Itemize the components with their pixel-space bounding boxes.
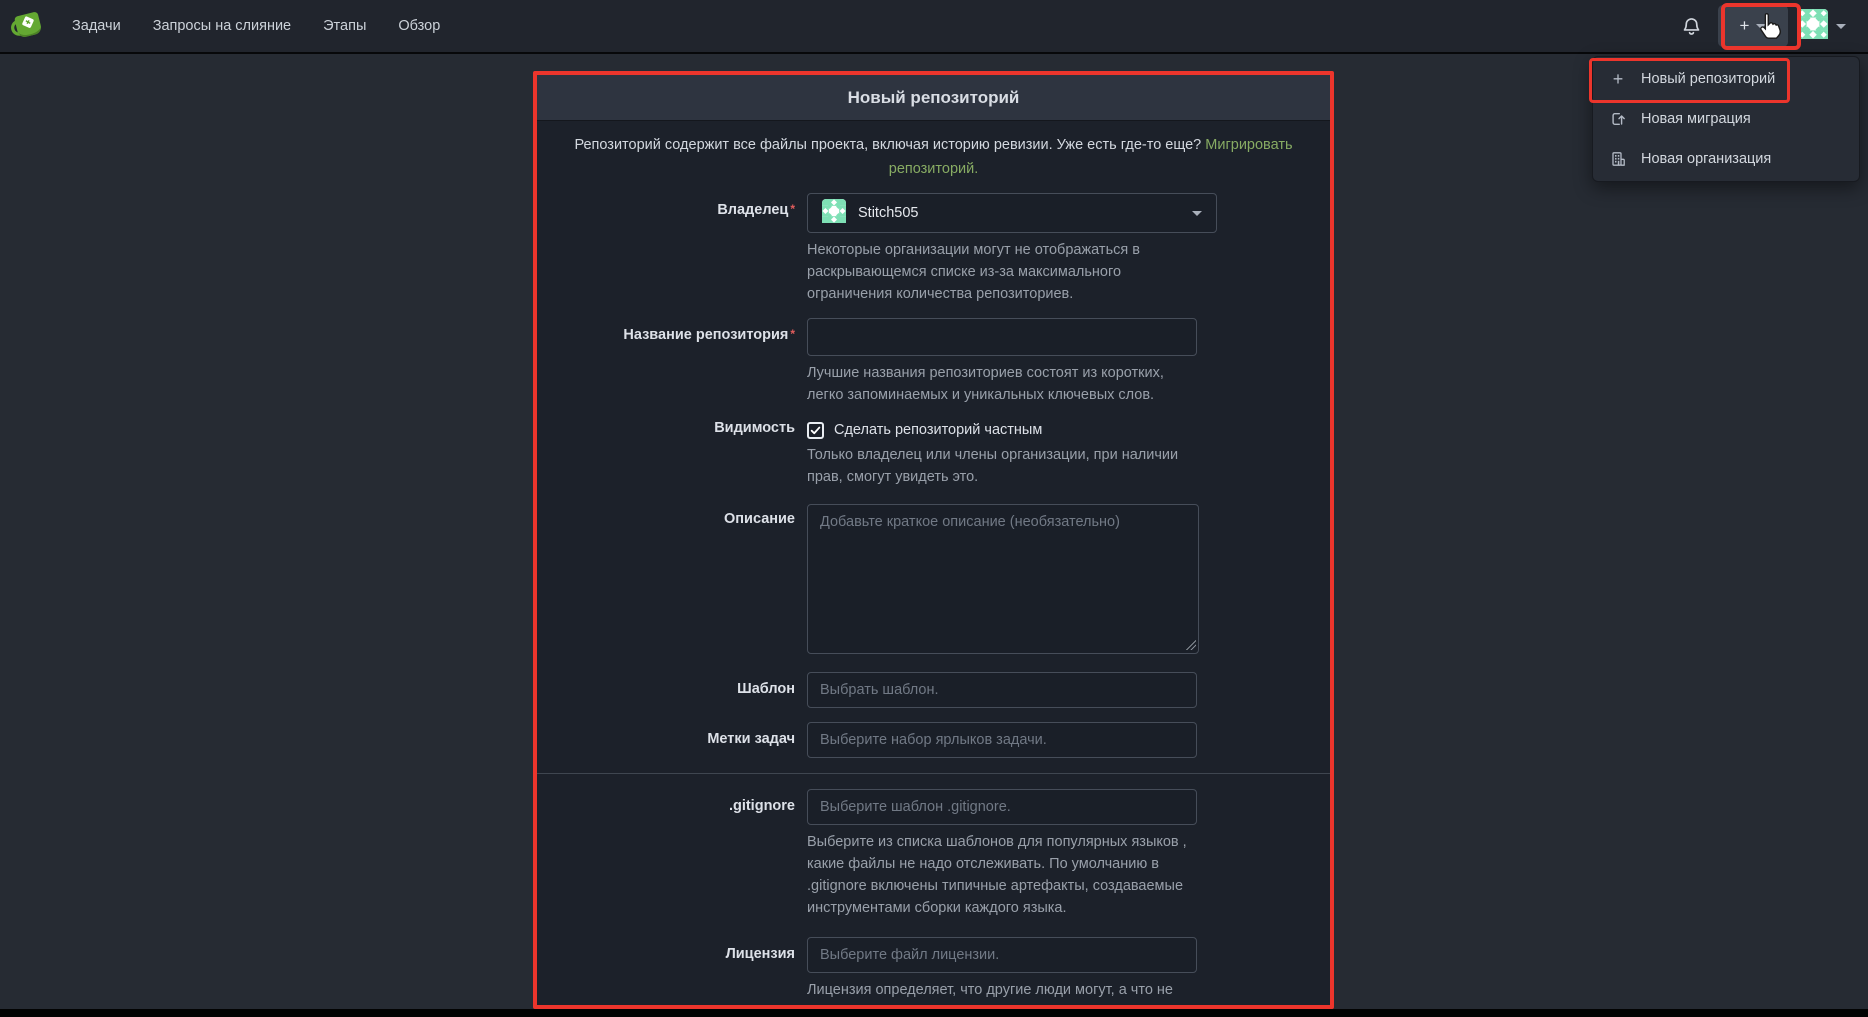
bottom-edge <box>0 1009 1868 1017</box>
repo-name-help: Лучшие названия репозиториев состоят из … <box>807 362 1199 406</box>
private-checkbox[interactable] <box>807 422 824 439</box>
nav-item-label: Этапы <box>323 18 366 34</box>
owner-label: Владелец* <box>537 202 795 218</box>
notifications-button[interactable] <box>1674 6 1708 46</box>
template-label: Шаблон <box>537 681 795 697</box>
check-icon <box>810 425 821 436</box>
menu-item-new-organization[interactable]: Новая организация <box>1593 139 1859 179</box>
create-new-button[interactable]: + <box>1718 5 1788 47</box>
description-label: Описание <box>537 511 795 527</box>
template-input[interactable] <box>807 672 1197 708</box>
issue-labels-label: Метки задач <box>537 731 795 747</box>
visibility-label: Видимость <box>537 420 795 436</box>
repo-name-row: Название репозитория* Лучшие названия ре… <box>537 318 1330 406</box>
chevron-down-icon <box>1756 24 1766 29</box>
owner-label-text: Владелец <box>717 202 788 218</box>
gitignore-row: .gitignore Выберите из списка шаблонов д… <box>537 789 1330 919</box>
create-new-dropdown: + Новый репозиторий Новая миграция <box>1592 56 1860 182</box>
gitea-logo[interactable] <box>0 8 56 44</box>
section-divider <box>537 773 1330 774</box>
license-row: Лицензия Лицензия определяет, что другие… <box>537 937 1330 1009</box>
description-textarea[interactable] <box>807 504 1199 654</box>
user-avatar-button[interactable] <box>1798 9 1846 43</box>
repo-name-label-text: Название репозитория <box>623 327 788 343</box>
license-label: Лицензия <box>537 946 795 962</box>
gitea-logo-icon <box>7 8 49 44</box>
license-help: Лицензия определяет, что другие люди мог… <box>807 979 1199 1009</box>
nav-item-label: Запросы на слияние <box>153 18 291 34</box>
organization-icon <box>1609 151 1627 167</box>
gitignore-label: .gitignore <box>537 798 795 814</box>
nav-item-pull-requests[interactable]: Запросы на слияние <box>137 0 307 52</box>
gitignore-help: Выберите из списка шаблонов для популярн… <box>807 831 1199 919</box>
license-label-text: Лицензия <box>726 946 795 962</box>
intro-text-static: Репозиторий содержит все файлы проекта, … <box>574 137 1201 153</box>
menu-item-label: Новая организация <box>1641 151 1771 167</box>
repo-name-input[interactable] <box>807 318 1197 356</box>
license-help-text: Лицензия определяет, что другие люди мог… <box>807 982 1173 1009</box>
issue-labels-row: Метки задач <box>537 722 1330 758</box>
menu-item-new-migration[interactable]: Новая миграция <box>1593 99 1859 139</box>
owner-help: Некоторые организации могут не отображат… <box>807 239 1199 305</box>
menu-item-new-repository[interactable]: + Новый репозиторий <box>1593 59 1859 99</box>
visibility-label-text: Видимость <box>714 420 795 436</box>
description-row: Описание <box>537 504 1330 654</box>
menu-item-label: Новый репозиторий <box>1641 71 1775 87</box>
page-title: Новый репозиторий <box>848 88 1020 108</box>
template-label-text: Шаблон <box>737 681 795 697</box>
issue-labels-label-text: Метки задач <box>707 731 795 747</box>
panel-header: Новый репозиторий <box>537 75 1330 121</box>
chevron-down-icon <box>1192 211 1202 216</box>
navbar-right: + <box>1674 0 1868 52</box>
nav-item-label: Обзор <box>398 18 440 34</box>
intro-text: Репозиторий содержит все файлы проекта, … <box>572 133 1296 181</box>
plus-icon: + <box>1609 69 1627 90</box>
chevron-down-icon <box>1836 24 1846 29</box>
template-row: Шаблон <box>537 672 1330 708</box>
nav-item-issues[interactable]: Задачи <box>56 0 137 52</box>
nav-item-label: Задачи <box>72 18 121 34</box>
issue-labels-input[interactable] <box>807 722 1197 758</box>
panel-body: Репозиторий содержит все файлы проекта, … <box>537 121 1330 1009</box>
navbar-menu: Задачи Запросы на слияние Этапы Обзор <box>56 0 456 52</box>
required-asterisk: * <box>790 202 795 216</box>
gitignore-label-text: .gitignore <box>729 798 795 814</box>
migration-icon <box>1609 111 1627 127</box>
nav-item-milestones[interactable]: Этапы <box>307 0 382 52</box>
owner-avatar <box>822 199 846 227</box>
nav-item-explore[interactable]: Обзор <box>382 0 456 52</box>
license-input[interactable] <box>807 937 1197 973</box>
description-label-text: Описание <box>724 511 795 527</box>
gitignore-input[interactable] <box>807 789 1197 825</box>
bell-icon <box>1682 17 1701 36</box>
menu-item-label: Новая миграция <box>1641 111 1751 127</box>
required-asterisk: * <box>790 327 795 341</box>
owner-value: Stitch505 <box>858 205 1180 221</box>
avatar <box>1798 9 1828 43</box>
owner-select[interactable]: Stitch505 <box>807 193 1217 233</box>
visibility-help: Только владелец или члены организации, п… <box>807 444 1199 488</box>
private-checkbox-label[interactable]: Сделать репозиторий частным <box>834 422 1042 438</box>
repo-name-label: Название репозитория* <box>537 327 795 343</box>
plus-icon: + <box>1740 16 1750 36</box>
navbar: Задачи Запросы на слияние Этапы Обзор + <box>0 0 1868 54</box>
new-repository-panel: Новый репозиторий Репозиторий содержит в… <box>533 71 1334 1009</box>
visibility-row: Видимость Сделать репозиторий частным То… <box>537 420 1330 488</box>
owner-row: Владелец* <box>537 193 1330 305</box>
